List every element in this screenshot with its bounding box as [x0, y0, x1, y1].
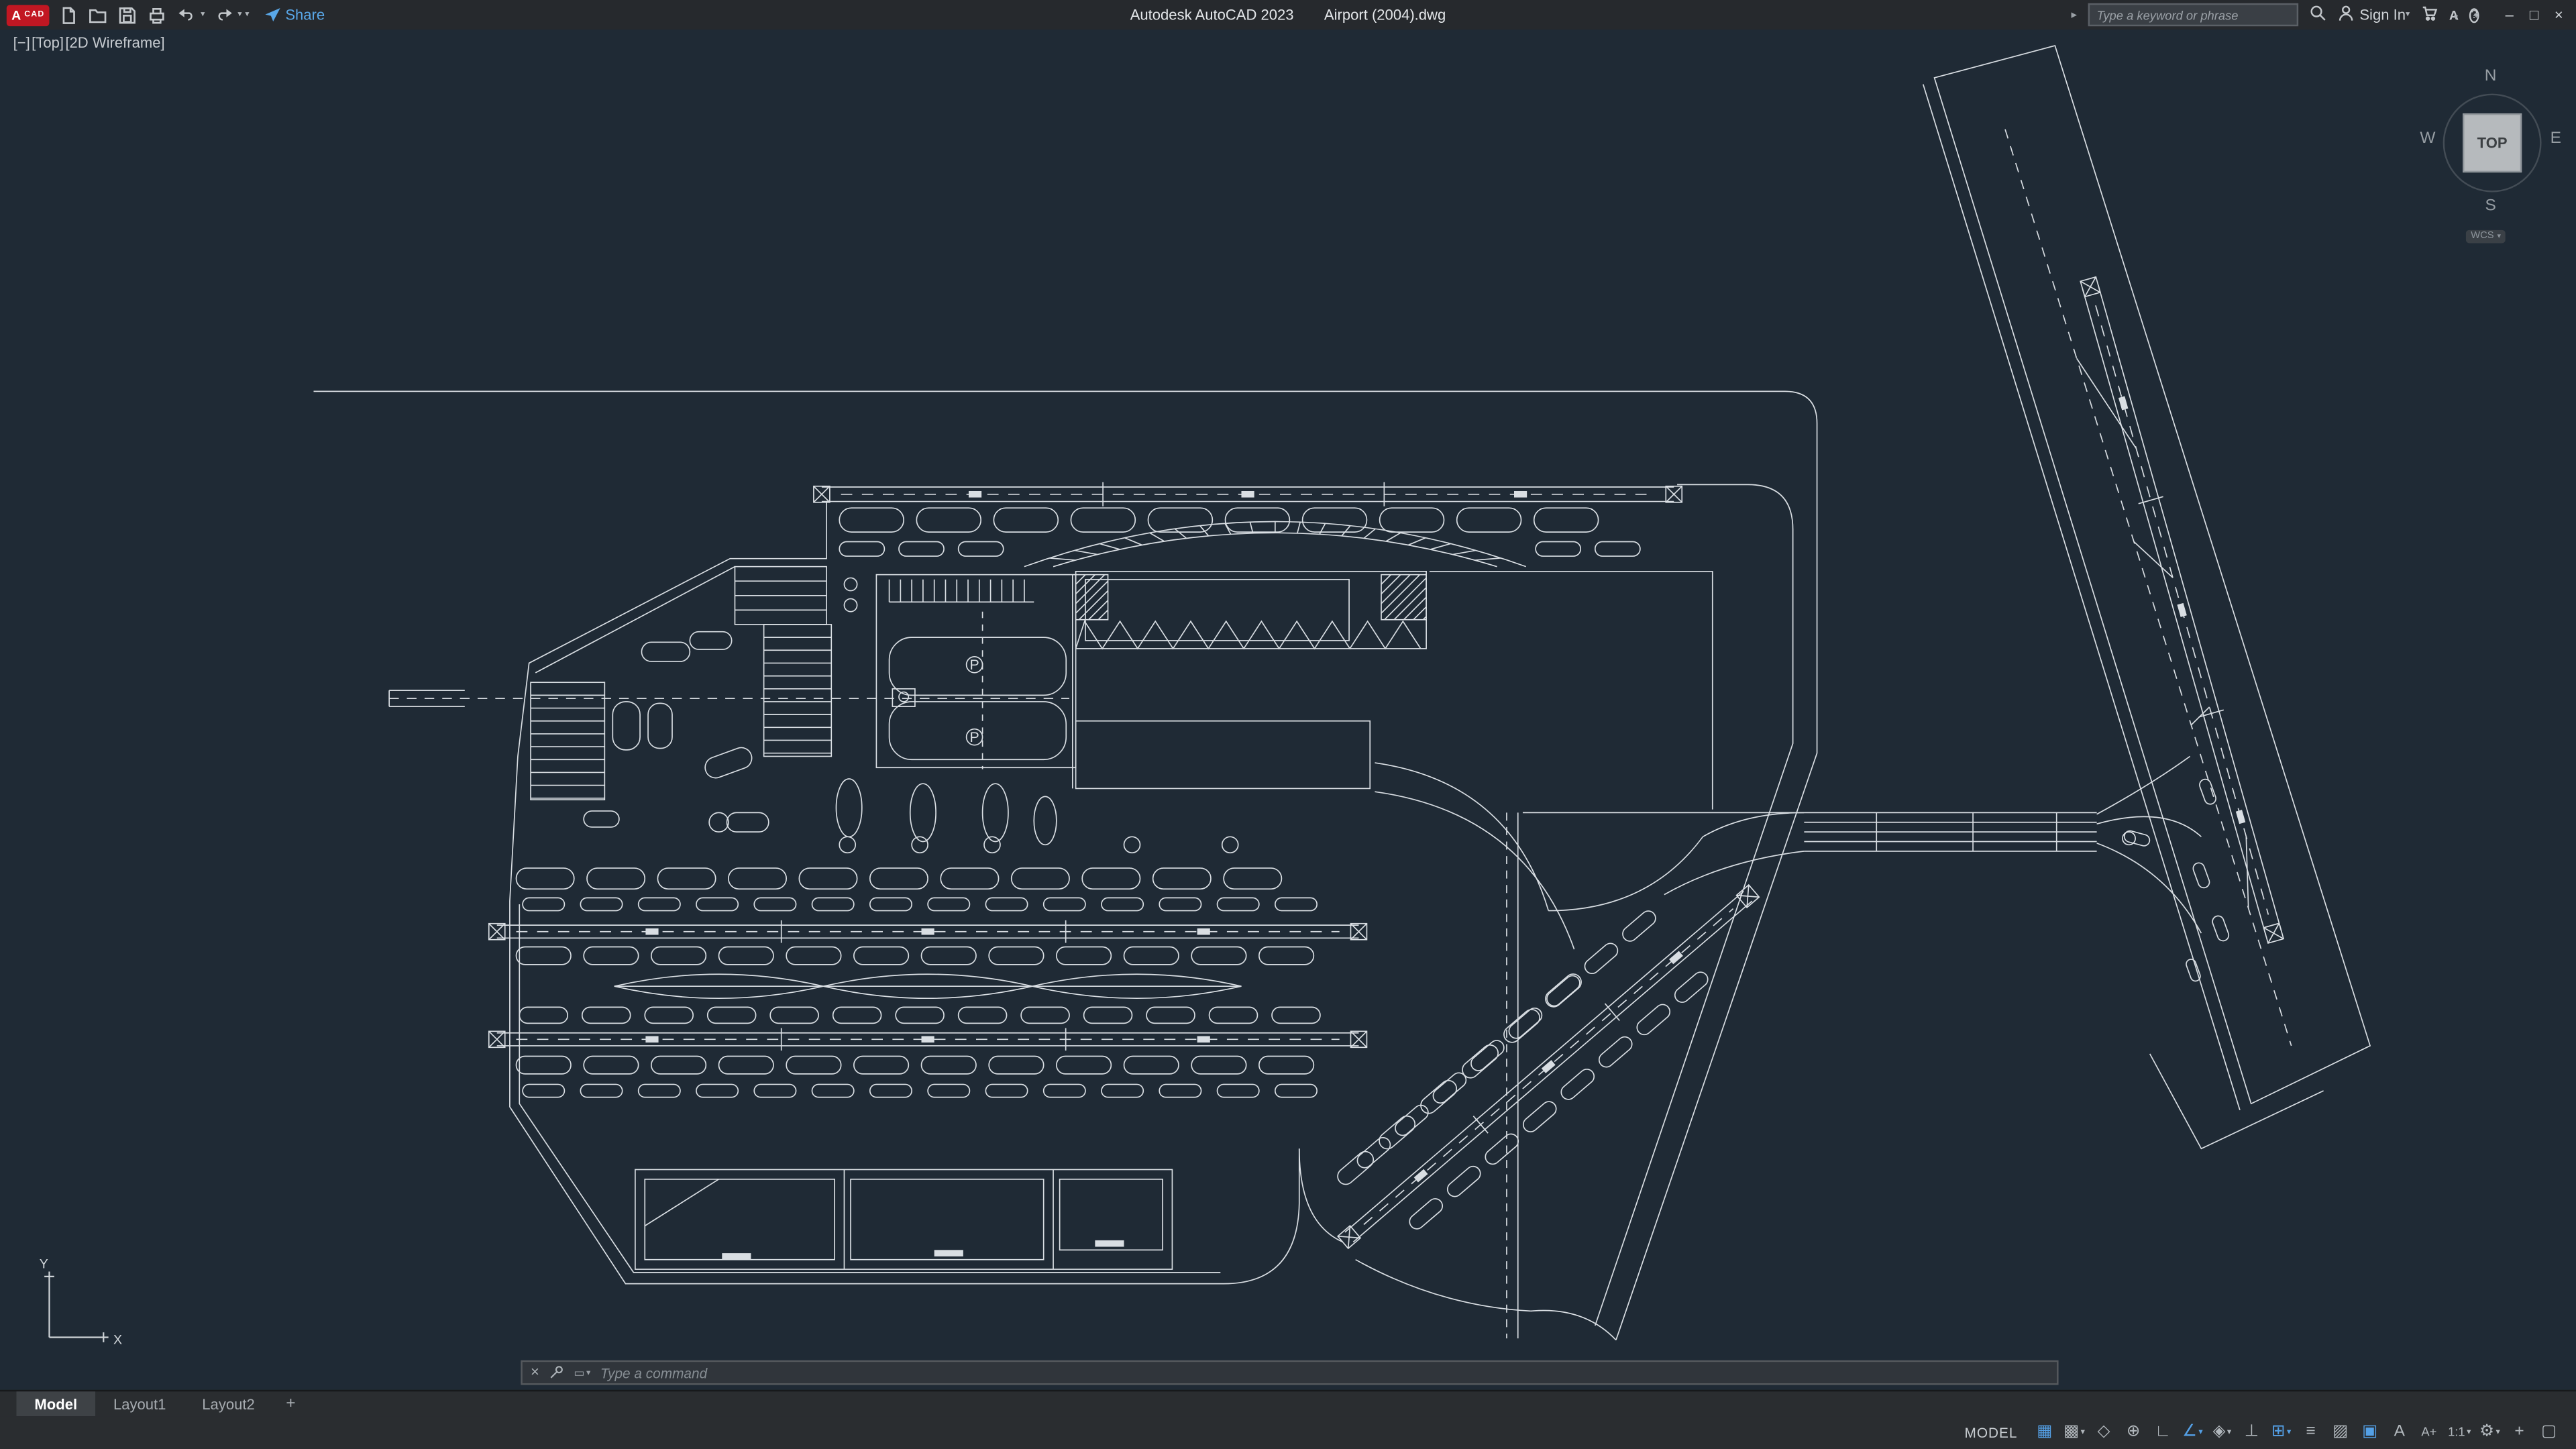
window-controls: – □ ×: [2497, 7, 2571, 23]
wcs-menu-button[interactable]: WCS ▾: [2466, 230, 2506, 244]
viewcube-top-face[interactable]: TOP: [2463, 113, 2522, 172]
share-label: Share: [285, 7, 325, 23]
visual-style-button[interactable]: [2D Wireframe]: [65, 34, 164, 50]
layout-tabbar: ModelLayout1Layout2+: [0, 1390, 2576, 1416]
drawing-canvas[interactable]: [−][Top][2D Wireframe] P P N S W E TOP W…: [0, 30, 2576, 1390]
viewcube-west[interactable]: W: [2420, 129, 2435, 148]
customize-wrench-icon[interactable]: [549, 1358, 564, 1387]
viewcube-east[interactable]: E: [2551, 129, 2561, 148]
clean-screen-button[interactable]: ▢: [2535, 1416, 2563, 1449]
statusbar: MODEL ▦▩▾◇⊕∟∠▾◈▾⊥⊞▾≡▨▣AA+1:1▾⚙▾+▢: [0, 1416, 2576, 1449]
open-folder-icon[interactable]: [87, 4, 109, 25]
user-icon: [2339, 5, 2355, 24]
paper-plane-icon: [264, 7, 280, 23]
titlebar-right: ▸ Sign In ▾ A▾ ?▾: [2072, 3, 2576, 26]
share-button[interactable]: Share: [264, 7, 325, 23]
ucs-y-label: Y: [40, 1257, 48, 1272]
viewport-menu-button[interactable]: [−]: [13, 34, 30, 50]
help-dropdown-icon[interactable]: ▾: [2474, 11, 2478, 21]
viewcube-south[interactable]: S: [2408, 197, 2573, 215]
titlebar: A CAD ▾ ▾ ▾ Share: [0, 0, 2576, 30]
isometric-drafting-toggle[interactable]: ◈▾: [2208, 1416, 2237, 1449]
command-input[interactable]: Type a command: [600, 1364, 707, 1381]
sign-in-button[interactable]: Sign In ▾: [2339, 5, 2410, 24]
object-snap-tracking-toggle[interactable]: ⊥: [2238, 1416, 2266, 1449]
autoscale-annotations-toggle[interactable]: A+: [2415, 1416, 2443, 1449]
parking-label: P: [969, 656, 979, 673]
undo-dropdown-icon[interactable]: ▾: [201, 10, 205, 20]
app-manager-button[interactable]: A▾: [2449, 7, 2458, 23]
document-title: Airport (2004).dwg: [1324, 7, 1446, 23]
ucs-icon: Y X: [16, 1252, 131, 1366]
transparency-toggle[interactable]: ▨: [2326, 1416, 2355, 1449]
minimize-button[interactable]: –: [2497, 7, 2522, 23]
ucs-x-label: X: [113, 1332, 122, 1347]
dynamic-input-toggle[interactable]: ⊕: [2119, 1416, 2147, 1449]
view-controls-button[interactable]: [Top]: [32, 34, 64, 50]
search-input[interactable]: [2088, 3, 2298, 26]
app-manager-dropdown-icon[interactable]: ▾: [2454, 13, 2458, 23]
object-snap-toggle[interactable]: ⊞▾: [2267, 1416, 2296, 1449]
new-drawing-icon[interactable]: [58, 4, 79, 25]
viewport-controls: [−][Top][2D Wireframe]: [13, 34, 166, 50]
help-button[interactable]: ?▾: [2469, 5, 2479, 24]
grid-display-toggle[interactable]: ▦: [2031, 1416, 2059, 1449]
recent-commands-button[interactable]: ▭▾: [574, 1366, 590, 1379]
lineweight-display-toggle[interactable]: ≡: [2297, 1416, 2325, 1449]
sign-in-dropdown-icon[interactable]: ▾: [2406, 10, 2410, 20]
airport-drawing: P P: [0, 30, 2576, 1390]
redo-icon[interactable]: [213, 4, 234, 25]
logo-letter: A: [11, 7, 21, 22]
maximize-button[interactable]: □: [2522, 7, 2546, 23]
chevron-right-icon[interactable]: ▸: [2072, 8, 2078, 21]
search-box: [2088, 3, 2298, 26]
command-line[interactable]: × ▭▾ Type a command: [521, 1360, 2058, 1385]
annotation-visibility-toggle[interactable]: A: [2385, 1416, 2414, 1449]
model-space-button[interactable]: MODEL: [1965, 1424, 2018, 1440]
infer-constraints-toggle[interactable]: ◇: [2090, 1416, 2118, 1449]
tab-layout2[interactable]: Layout2: [184, 1391, 272, 1416]
close-button[interactable]: ×: [2546, 7, 2571, 23]
new-layout-button[interactable]: +: [273, 1391, 309, 1416]
statusbar-toggles: ▦▩▾◇⊕∟∠▾◈▾⊥⊞▾≡▨▣AA+1:1▾⚙▾+▢: [2031, 1416, 2563, 1449]
selection-cycling-toggle[interactable]: ▣: [2356, 1416, 2384, 1449]
wcs-dropdown-icon: ▾: [2497, 231, 2501, 241]
close-icon[interactable]: ×: [531, 1365, 539, 1380]
parking-label: P: [969, 729, 979, 745]
save-icon[interactable]: [117, 4, 138, 25]
quick-access-toolbar: A CAD ▾ ▾ ▾ Share: [0, 4, 325, 25]
autocad-window: A CAD ▾ ▾ ▾ Share: [0, 0, 2576, 1449]
undo-icon[interactable]: [176, 4, 197, 25]
autocad-logo[interactable]: A CAD: [7, 4, 50, 25]
tab-layout1[interactable]: Layout1: [95, 1391, 184, 1416]
annotation-scale-button[interactable]: 1:1▾: [2445, 1416, 2474, 1449]
app-title: Autodesk AutoCAD 2023: [1130, 7, 1294, 23]
tab-model[interactable]: Model: [16, 1391, 95, 1416]
viewcube[interactable]: N S W E TOP WCS ▾: [2408, 40, 2573, 256]
cart-icon[interactable]: [2421, 5, 2437, 24]
toolbar-customize-icon[interactable]: ▾: [245, 10, 249, 20]
redo-dropdown-icon[interactable]: ▾: [237, 10, 241, 20]
plot-printer-icon[interactable]: [146, 4, 168, 25]
ortho-mode-toggle[interactable]: ∟: [2149, 1416, 2177, 1449]
polar-tracking-toggle[interactable]: ∠▾: [2178, 1416, 2206, 1449]
search-icon[interactable]: [2310, 5, 2326, 24]
annotation-monitor-toggle[interactable]: +: [2506, 1416, 2534, 1449]
snap-mode-toggle[interactable]: ▩▾: [2060, 1416, 2088, 1449]
viewcube-north[interactable]: N: [2408, 67, 2573, 85]
wcs-label: WCS: [2471, 231, 2493, 241]
workspace-switching-button[interactable]: ⚙▾: [2476, 1416, 2504, 1449]
sign-in-label: Sign In: [2359, 7, 2406, 23]
logo-subtext: CAD: [24, 10, 44, 20]
